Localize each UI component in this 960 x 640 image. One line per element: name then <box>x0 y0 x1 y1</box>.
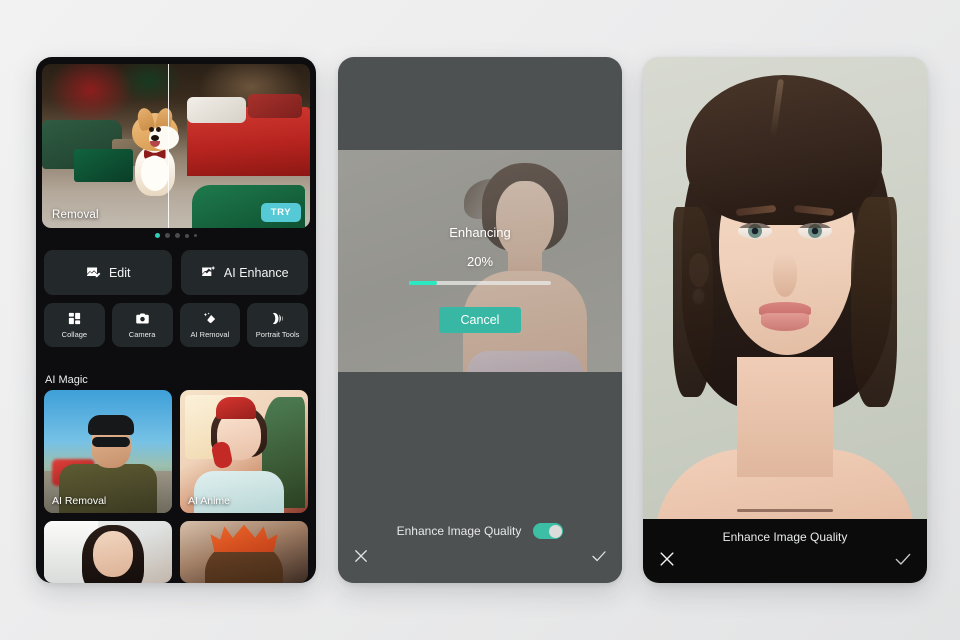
ai-magic-card-3[interactable] <box>44 521 172 583</box>
edit-button-label: Edit <box>108 265 131 280</box>
collage-grid-icon <box>67 311 82 326</box>
tool-camera[interactable]: Camera <box>111 303 173 347</box>
enhancing-title: Enhancing <box>449 225 511 240</box>
dog-subject <box>123 106 187 209</box>
camera-icon <box>135 311 150 326</box>
phone-panel-home: Removal TRY Edit AI Enhance Collage Came… <box>36 57 316 583</box>
ai-magic-grid: AI Removal AI Anime <box>44 390 308 583</box>
ai-magic-card-removal[interactable]: AI Removal <box>44 390 172 513</box>
result-bottom-icons <box>643 549 927 571</box>
enhance-quality-toggle[interactable] <box>533 523 564 539</box>
try-button[interactable]: TRY <box>261 203 301 222</box>
ai-magic-card-removal-label: AI Removal <box>52 495 107 507</box>
ai-magic-card-anime[interactable]: AI Anime <box>180 390 308 513</box>
ai-enhance-button[interactable]: AI Enhance <box>180 250 308 295</box>
portrait-lines-icon <box>270 311 285 326</box>
section-title-ai-magic: AI Magic <box>45 374 88 386</box>
enhance-quality-label: Enhance Image Quality <box>396 524 522 538</box>
eraser-sparkle-icon <box>202 311 217 326</box>
progress-bar <box>409 281 551 285</box>
tool-ai-removal-label: AI Removal <box>190 330 230 339</box>
close-x-icon[interactable] <box>657 549 677 569</box>
ai-magic-card-anime-label: AI Anime <box>188 495 231 507</box>
tool-portrait-tools[interactable]: Portrait Tools <box>247 303 308 347</box>
cancel-button[interactable]: Cancel <box>439 307 521 333</box>
enhance-bottom-icons <box>338 547 622 569</box>
promo-carousel[interactable]: Removal TRY <box>42 64 316 228</box>
carousel-slide-removal[interactable]: Removal TRY <box>42 64 310 228</box>
drag-handle[interactable] <box>737 509 833 512</box>
carousel-dot-4[interactable] <box>185 233 189 238</box>
check-icon[interactable] <box>590 547 608 565</box>
carousel-dots[interactable] <box>36 233 316 238</box>
result-bottom-bar: Enhance Image Quality <box>643 519 927 583</box>
result-bottom-title: Enhance Image Quality <box>722 530 848 544</box>
screenshot-stage: Removal TRY Edit AI Enhance Collage Came… <box>0 0 960 640</box>
tool-collage-label: Collage <box>61 330 88 339</box>
tool-row: Collage Camera AI Removal Portrait Tools <box>44 303 308 347</box>
phone-panel-enhancing: Enhancing 20% Cancel Enhance Image Quali… <box>338 57 622 583</box>
edit-button[interactable]: Edit <box>44 250 172 295</box>
enhance-bottom-bar: Enhance Image Quality <box>338 509 622 583</box>
carousel-dot-5[interactable] <box>194 234 197 237</box>
progress-bar-fill <box>409 281 438 285</box>
tool-collage[interactable]: Collage <box>44 303 105 347</box>
tool-portrait-tools-label: Portrait Tools <box>255 330 300 339</box>
tool-ai-removal[interactable]: AI Removal <box>179 303 241 347</box>
tool-camera-label: Camera <box>128 330 156 339</box>
enhancing-percent: 20% <box>466 254 494 269</box>
close-x-icon[interactable] <box>352 547 370 565</box>
check-icon[interactable] <box>893 549 913 569</box>
primary-action-row: Edit AI Enhance <box>44 250 308 295</box>
image-edit-icon <box>85 264 102 281</box>
phone-panel-result: Enhance Image Quality <box>643 57 927 583</box>
enhance-quality-row: Enhance Image Quality <box>338 523 622 539</box>
image-sparkle-icon <box>200 264 217 281</box>
ai-magic-card-4[interactable] <box>180 521 308 583</box>
enhancing-dialog: Enhancing 20% Cancel <box>338 225 622 333</box>
banner-label: Removal <box>52 209 99 221</box>
carousel-dot-2[interactable] <box>165 233 170 238</box>
toggle-knob <box>548 524 562 538</box>
carousel-dot-3[interactable] <box>175 233 180 238</box>
ai-enhance-button-label: AI Enhance <box>223 265 289 280</box>
carousel-dot-1[interactable] <box>155 233 160 238</box>
before-after-divider[interactable] <box>167 64 170 228</box>
result-photo <box>643 57 927 583</box>
